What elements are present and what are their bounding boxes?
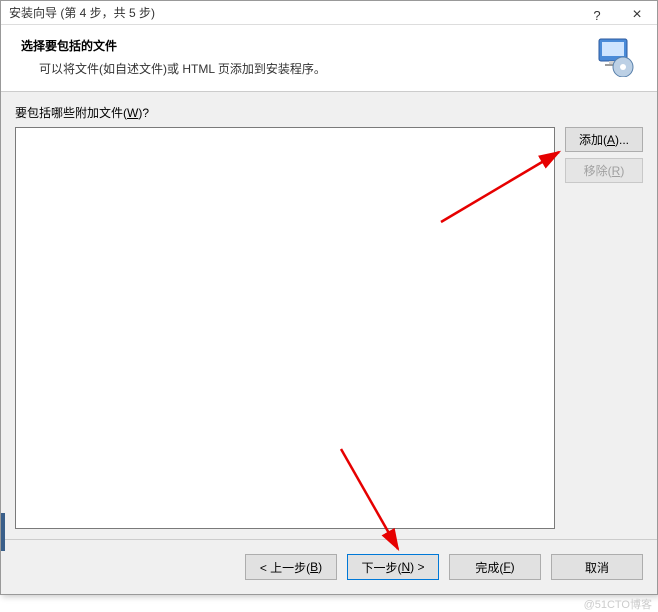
titlebar: 安装向导 (第 4 步，共 5 步) ? ×	[1, 1, 657, 25]
titlebar-title: 安装向导 (第 4 步，共 5 步)	[9, 4, 155, 21]
header-section: 选择要包括的文件 可以将文件(如自述文件)或 HTML 页添加到安装程序。	[1, 25, 657, 92]
decorative-edge	[1, 513, 5, 551]
next-button[interactable]: 下一步(N) >	[347, 554, 439, 580]
install-wizard-dialog: 安装向导 (第 4 步，共 5 步) ? × 选择要包括的文件 可以将文件(如自…	[0, 0, 658, 595]
help-button[interactable]: ?	[577, 1, 617, 29]
add-button[interactable]: 添加(A)...	[565, 127, 643, 152]
files-listbox[interactable]	[15, 127, 555, 529]
watermark: @51CTO博客	[584, 596, 652, 612]
page-description: 可以将文件(如自述文件)或 HTML 页添加到安装程序。	[17, 60, 585, 77]
files-label: 要包括哪些附加文件(W)?	[15, 104, 643, 121]
titlebar-controls: ? ×	[577, 1, 657, 24]
finish-button[interactable]: 完成(F)	[449, 554, 541, 580]
page-title: 选择要包括的文件	[17, 37, 585, 54]
cancel-button[interactable]: 取消	[551, 554, 643, 580]
remove-button: 移除(R)	[565, 158, 643, 183]
back-button[interactable]: < 上一步(B)	[245, 554, 337, 580]
content-area: 要包括哪些附加文件(W)? 添加(A)... 移除(R)	[1, 92, 657, 539]
header-texts: 选择要包括的文件 可以将文件(如自述文件)或 HTML 页添加到安装程序。	[17, 37, 585, 77]
install-icon	[595, 37, 635, 77]
side-buttons: 添加(A)... 移除(R)	[565, 127, 643, 529]
close-button[interactable]: ×	[617, 1, 657, 29]
list-row: 添加(A)... 移除(R)	[15, 127, 643, 529]
footer: < 上一步(B) 下一步(N) > 完成(F) 取消	[1, 539, 657, 594]
